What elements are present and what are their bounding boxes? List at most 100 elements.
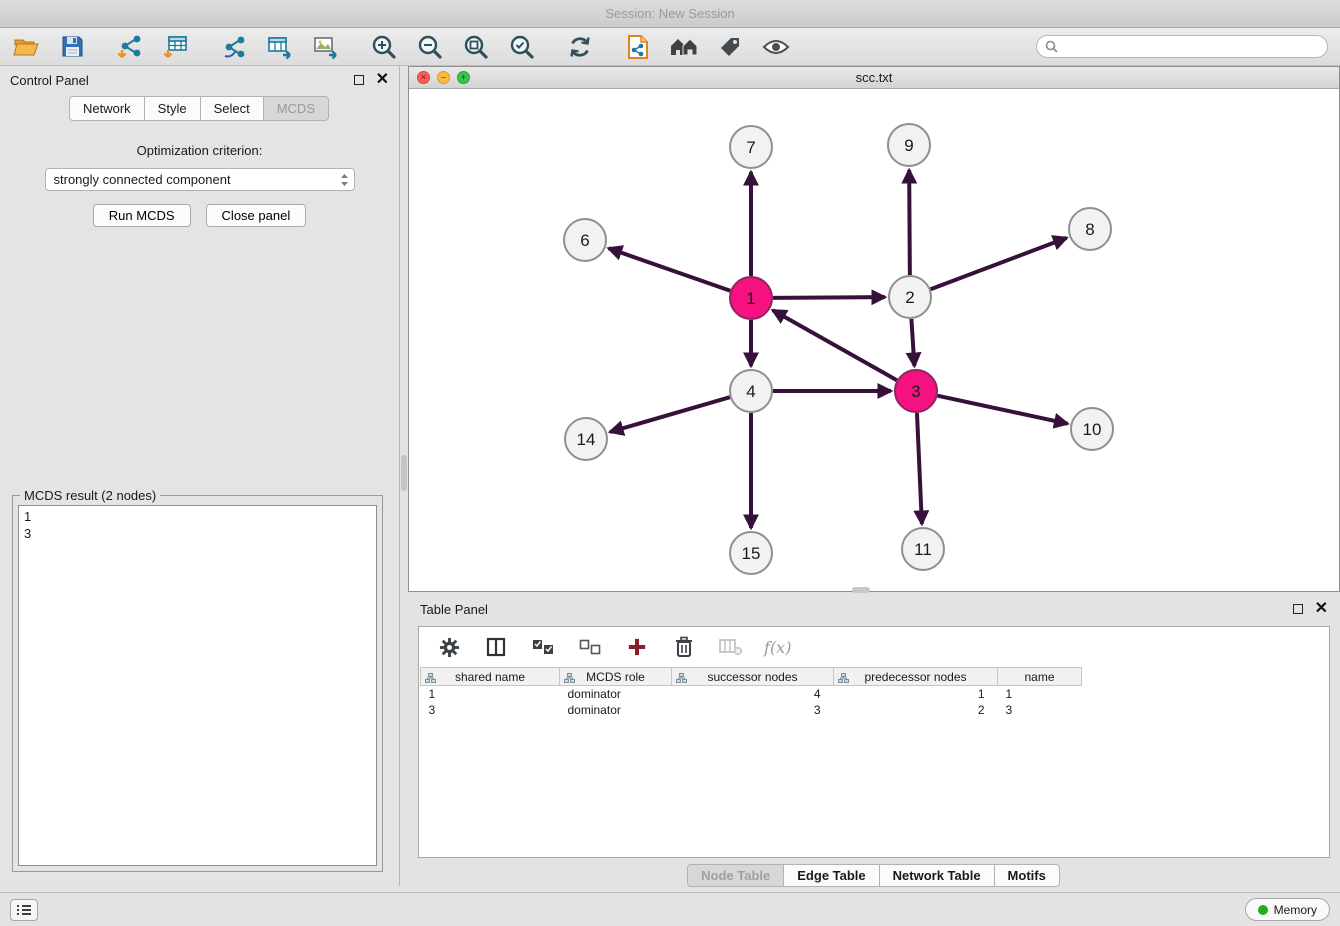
splitter-handle-horizontal[interactable] xyxy=(852,587,870,593)
table-panel-title: Table Panel xyxy=(420,602,488,617)
export-table-icon xyxy=(267,34,293,60)
maximize-window-button[interactable]: + xyxy=(457,71,470,84)
graph-edge-4-14[interactable] xyxy=(610,397,730,432)
deselect-all-button[interactable] xyxy=(576,633,604,661)
graph-edge-2-3[interactable] xyxy=(911,319,914,366)
search-input[interactable] xyxy=(1064,40,1319,54)
column-header-successor-nodes[interactable]: successor nodes xyxy=(672,668,834,686)
zoom-selected-icon xyxy=(509,34,535,60)
network-canvas[interactable]: 7968124314101511 xyxy=(409,89,1339,591)
tab-motifs[interactable]: Motifs xyxy=(994,864,1060,887)
export-image-button[interactable] xyxy=(312,33,340,61)
import-network-button[interactable] xyxy=(116,33,144,61)
tab-style[interactable]: Style xyxy=(144,96,201,121)
refresh-button[interactable] xyxy=(566,33,594,61)
table-toolbar: f(x) xyxy=(419,627,1329,667)
tab-network[interactable]: Network xyxy=(69,96,145,121)
eye-icon xyxy=(762,38,790,56)
delete-column-button[interactable] xyxy=(717,633,745,661)
import-network-icon xyxy=(117,34,143,60)
document-share-icon xyxy=(626,34,650,60)
column-header-predecessor-nodes[interactable]: predecessor nodes xyxy=(834,668,998,686)
run-mcds-button[interactable]: Run MCDS xyxy=(93,204,191,227)
table-row[interactable]: 1 dominator 4 1 1 xyxy=(421,686,1082,702)
splitter-handle-vertical[interactable] xyxy=(401,455,407,491)
plus-icon xyxy=(627,637,647,657)
zoom-fit-button[interactable] xyxy=(462,33,490,61)
close-table-panel-icon[interactable]: ✕ xyxy=(1315,601,1328,617)
graph-edge-3-10[interactable] xyxy=(938,396,1068,424)
graph-edge-1-6[interactable] xyxy=(609,248,731,290)
new-network-button[interactable] xyxy=(220,33,248,61)
tab-select[interactable]: Select xyxy=(200,96,264,121)
save-session-button[interactable] xyxy=(58,33,86,61)
open-folder-icon xyxy=(13,35,39,59)
select-all-button[interactable] xyxy=(529,633,557,661)
optimization-criterion-label: Optimization criterion: xyxy=(0,143,399,158)
close-window-button[interactable]: × xyxy=(417,71,430,84)
control-panel-title: Control Panel xyxy=(10,73,89,88)
graphics-details-button[interactable] xyxy=(670,33,698,61)
trash-icon xyxy=(675,636,693,658)
graph-node-label: 4 xyxy=(746,382,755,401)
zoom-selected-button[interactable] xyxy=(508,33,536,61)
import-table-icon xyxy=(163,34,189,60)
graph-edge-2-8[interactable] xyxy=(931,238,1067,289)
export-document-button[interactable] xyxy=(624,33,652,61)
zoom-in-icon xyxy=(371,34,397,60)
mcds-result-list[interactable]: 1 3 xyxy=(18,505,377,866)
import-table-button[interactable] xyxy=(162,33,190,61)
gear-icon xyxy=(439,637,460,658)
tab-mcds[interactable]: MCDS xyxy=(263,96,329,121)
add-column-button[interactable] xyxy=(623,633,651,661)
search-field[interactable] xyxy=(1036,35,1328,58)
graph-edge-3-1[interactable] xyxy=(773,310,897,380)
column-header-name[interactable]: name xyxy=(998,668,1082,686)
tab-node-table[interactable]: Node Table xyxy=(687,864,784,887)
table-row[interactable]: 3 dominator 3 2 3 xyxy=(421,702,1082,718)
zoom-out-button[interactable] xyxy=(416,33,444,61)
annotation-button[interactable] xyxy=(716,33,744,61)
graph-node-label: 1 xyxy=(746,289,755,308)
column-header-mcds-role[interactable]: MCDS role xyxy=(560,668,672,686)
tag-icon xyxy=(718,35,742,59)
zoom-in-button[interactable] xyxy=(370,33,398,61)
close-panel-button[interactable]: Close panel xyxy=(206,204,307,227)
memory-status-icon xyxy=(1258,905,1268,915)
table-header-row: shared name MCDS role successor nodes pr… xyxy=(421,668,1082,686)
float-table-panel-icon[interactable] xyxy=(1293,604,1303,614)
task-history-button[interactable] xyxy=(10,899,38,921)
show-hide-button[interactable] xyxy=(762,33,790,61)
function-builder-button[interactable]: f(x) xyxy=(764,638,791,657)
graph-edge-2-9[interactable] xyxy=(909,170,910,275)
export-table-button[interactable] xyxy=(266,33,294,61)
delete-row-button[interactable] xyxy=(670,633,698,661)
graph-node-label: 7 xyxy=(746,138,755,157)
table-panel: Table Panel ✕ xyxy=(408,596,1340,886)
graph-edge-3-11[interactable] xyxy=(917,413,922,524)
minimize-window-button[interactable]: – xyxy=(437,71,450,84)
main-toolbar xyxy=(0,28,1340,66)
graph-edge-1-2[interactable] xyxy=(773,297,885,298)
memory-button[interactable]: Memory xyxy=(1245,898,1330,921)
show-columns-button[interactable] xyxy=(482,633,510,661)
sort-icon xyxy=(838,673,849,683)
status-bar: Memory xyxy=(0,892,1340,926)
zoom-out-icon xyxy=(417,34,443,60)
node-table: shared name MCDS role successor nodes pr… xyxy=(420,667,1082,718)
window-title: Session: New Session xyxy=(605,6,734,21)
tab-network-table[interactable]: Network Table xyxy=(879,864,995,887)
network-share-icon xyxy=(222,34,247,59)
open-session-button[interactable] xyxy=(12,33,40,61)
float-panel-icon[interactable] xyxy=(354,75,364,85)
graph-node-label: 10 xyxy=(1083,420,1102,439)
table-settings-button[interactable] xyxy=(435,633,463,661)
close-panel-icon[interactable]: ✕ xyxy=(376,72,389,88)
column-header-shared-name[interactable]: shared name xyxy=(421,668,560,686)
mcds-result-line: 1 xyxy=(24,508,371,525)
tab-edge-table[interactable]: Edge Table xyxy=(783,864,879,887)
deselect-all-icon xyxy=(579,639,601,656)
graph-node-label: 2 xyxy=(905,288,914,307)
graph-node-label: 9 xyxy=(904,136,913,155)
criterion-dropdown[interactable]: strongly connected component xyxy=(45,168,355,191)
